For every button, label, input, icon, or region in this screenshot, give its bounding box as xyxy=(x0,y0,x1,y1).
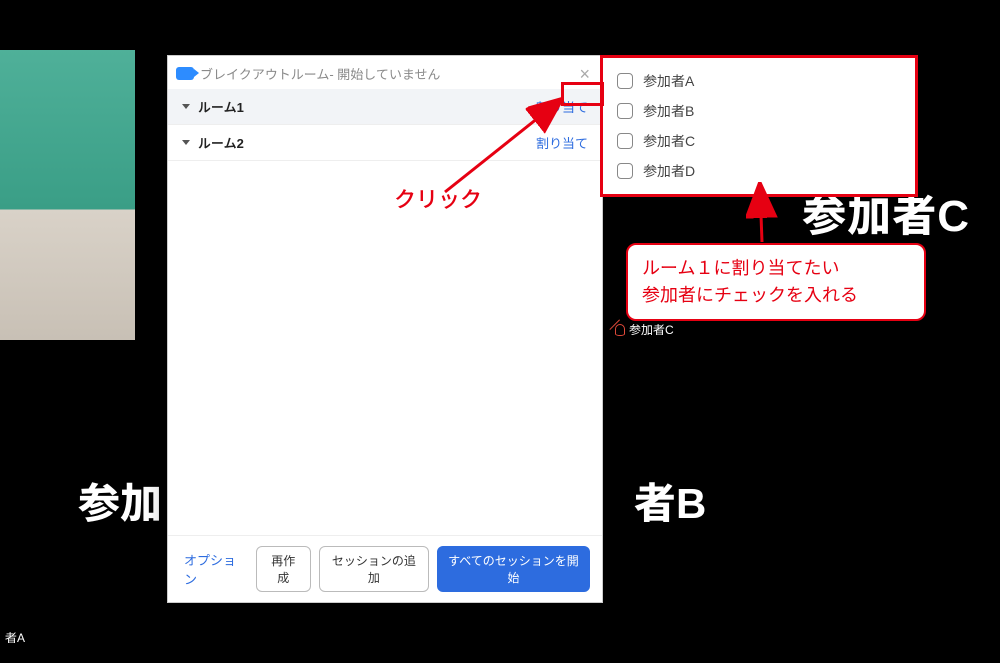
dialog-title: ブレイクアウトルーム- 開始していません xyxy=(200,64,441,83)
recreate-button[interactable]: 再作成 xyxy=(256,546,311,592)
chevron-down-icon xyxy=(182,104,190,109)
participant-tag: 者A xyxy=(0,626,33,649)
participant-option[interactable]: 参加者D xyxy=(615,156,903,186)
assign-participants-panel: 参加者A 参加者B 参加者C 参加者D xyxy=(600,55,918,197)
dialog-titlebar: ブレイクアウトルーム- 開始していません × xyxy=(168,56,602,89)
breakout-rooms-dialog: ブレイクアウトルーム- 開始していません × ルーム1 割り当て ルーム2 割り… xyxy=(167,55,603,603)
participant-label: 参加者D xyxy=(643,161,695,181)
dialog-body xyxy=(168,161,602,535)
participant-label: 参加者B xyxy=(643,101,694,121)
participant-label: 参加者A xyxy=(643,71,694,91)
assign-button[interactable]: 割り当て xyxy=(536,133,588,152)
room-name: ルーム2 xyxy=(198,133,244,152)
participant-name-overlay: 参加 xyxy=(78,470,162,531)
room-row[interactable]: ルーム1 割り当て xyxy=(168,89,602,125)
add-session-button[interactable]: セッションの追加 xyxy=(319,546,429,592)
participant-label: 参加者C xyxy=(643,131,695,151)
checkbox[interactable] xyxy=(617,163,633,179)
start-all-sessions-button[interactable]: すべてのセッションを開始 xyxy=(437,546,590,592)
participant-name-overlay: 者B xyxy=(634,470,706,531)
room-row[interactable]: ルーム2 割り当て xyxy=(168,125,602,161)
room-list: ルーム1 割り当て ルーム2 割り当て xyxy=(168,89,602,161)
dialog-footer: オプション 再作成 セッションの追加 すべてのセッションを開始 xyxy=(168,535,602,602)
participant-option[interactable]: 参加者A xyxy=(615,66,903,96)
participant-option[interactable]: 参加者B xyxy=(615,96,903,126)
participant-tile xyxy=(0,50,135,340)
assign-button[interactable]: 割り当て xyxy=(536,97,588,116)
checkbox[interactable] xyxy=(617,73,633,89)
close-button[interactable]: × xyxy=(575,65,594,83)
checkbox[interactable] xyxy=(617,103,633,119)
room-name: ルーム1 xyxy=(198,97,244,116)
zoom-camera-icon xyxy=(176,67,194,80)
participant-tag-label: 者A xyxy=(5,629,25,646)
options-button[interactable]: オプション xyxy=(180,546,248,592)
participant-tag-label: 参加者C xyxy=(629,321,674,338)
chevron-down-icon xyxy=(182,140,190,145)
mic-muted-icon xyxy=(615,324,625,336)
participant-tag: 参加者C xyxy=(610,318,682,341)
checkbox[interactable] xyxy=(617,133,633,149)
participant-option[interactable]: 参加者C xyxy=(615,126,903,156)
